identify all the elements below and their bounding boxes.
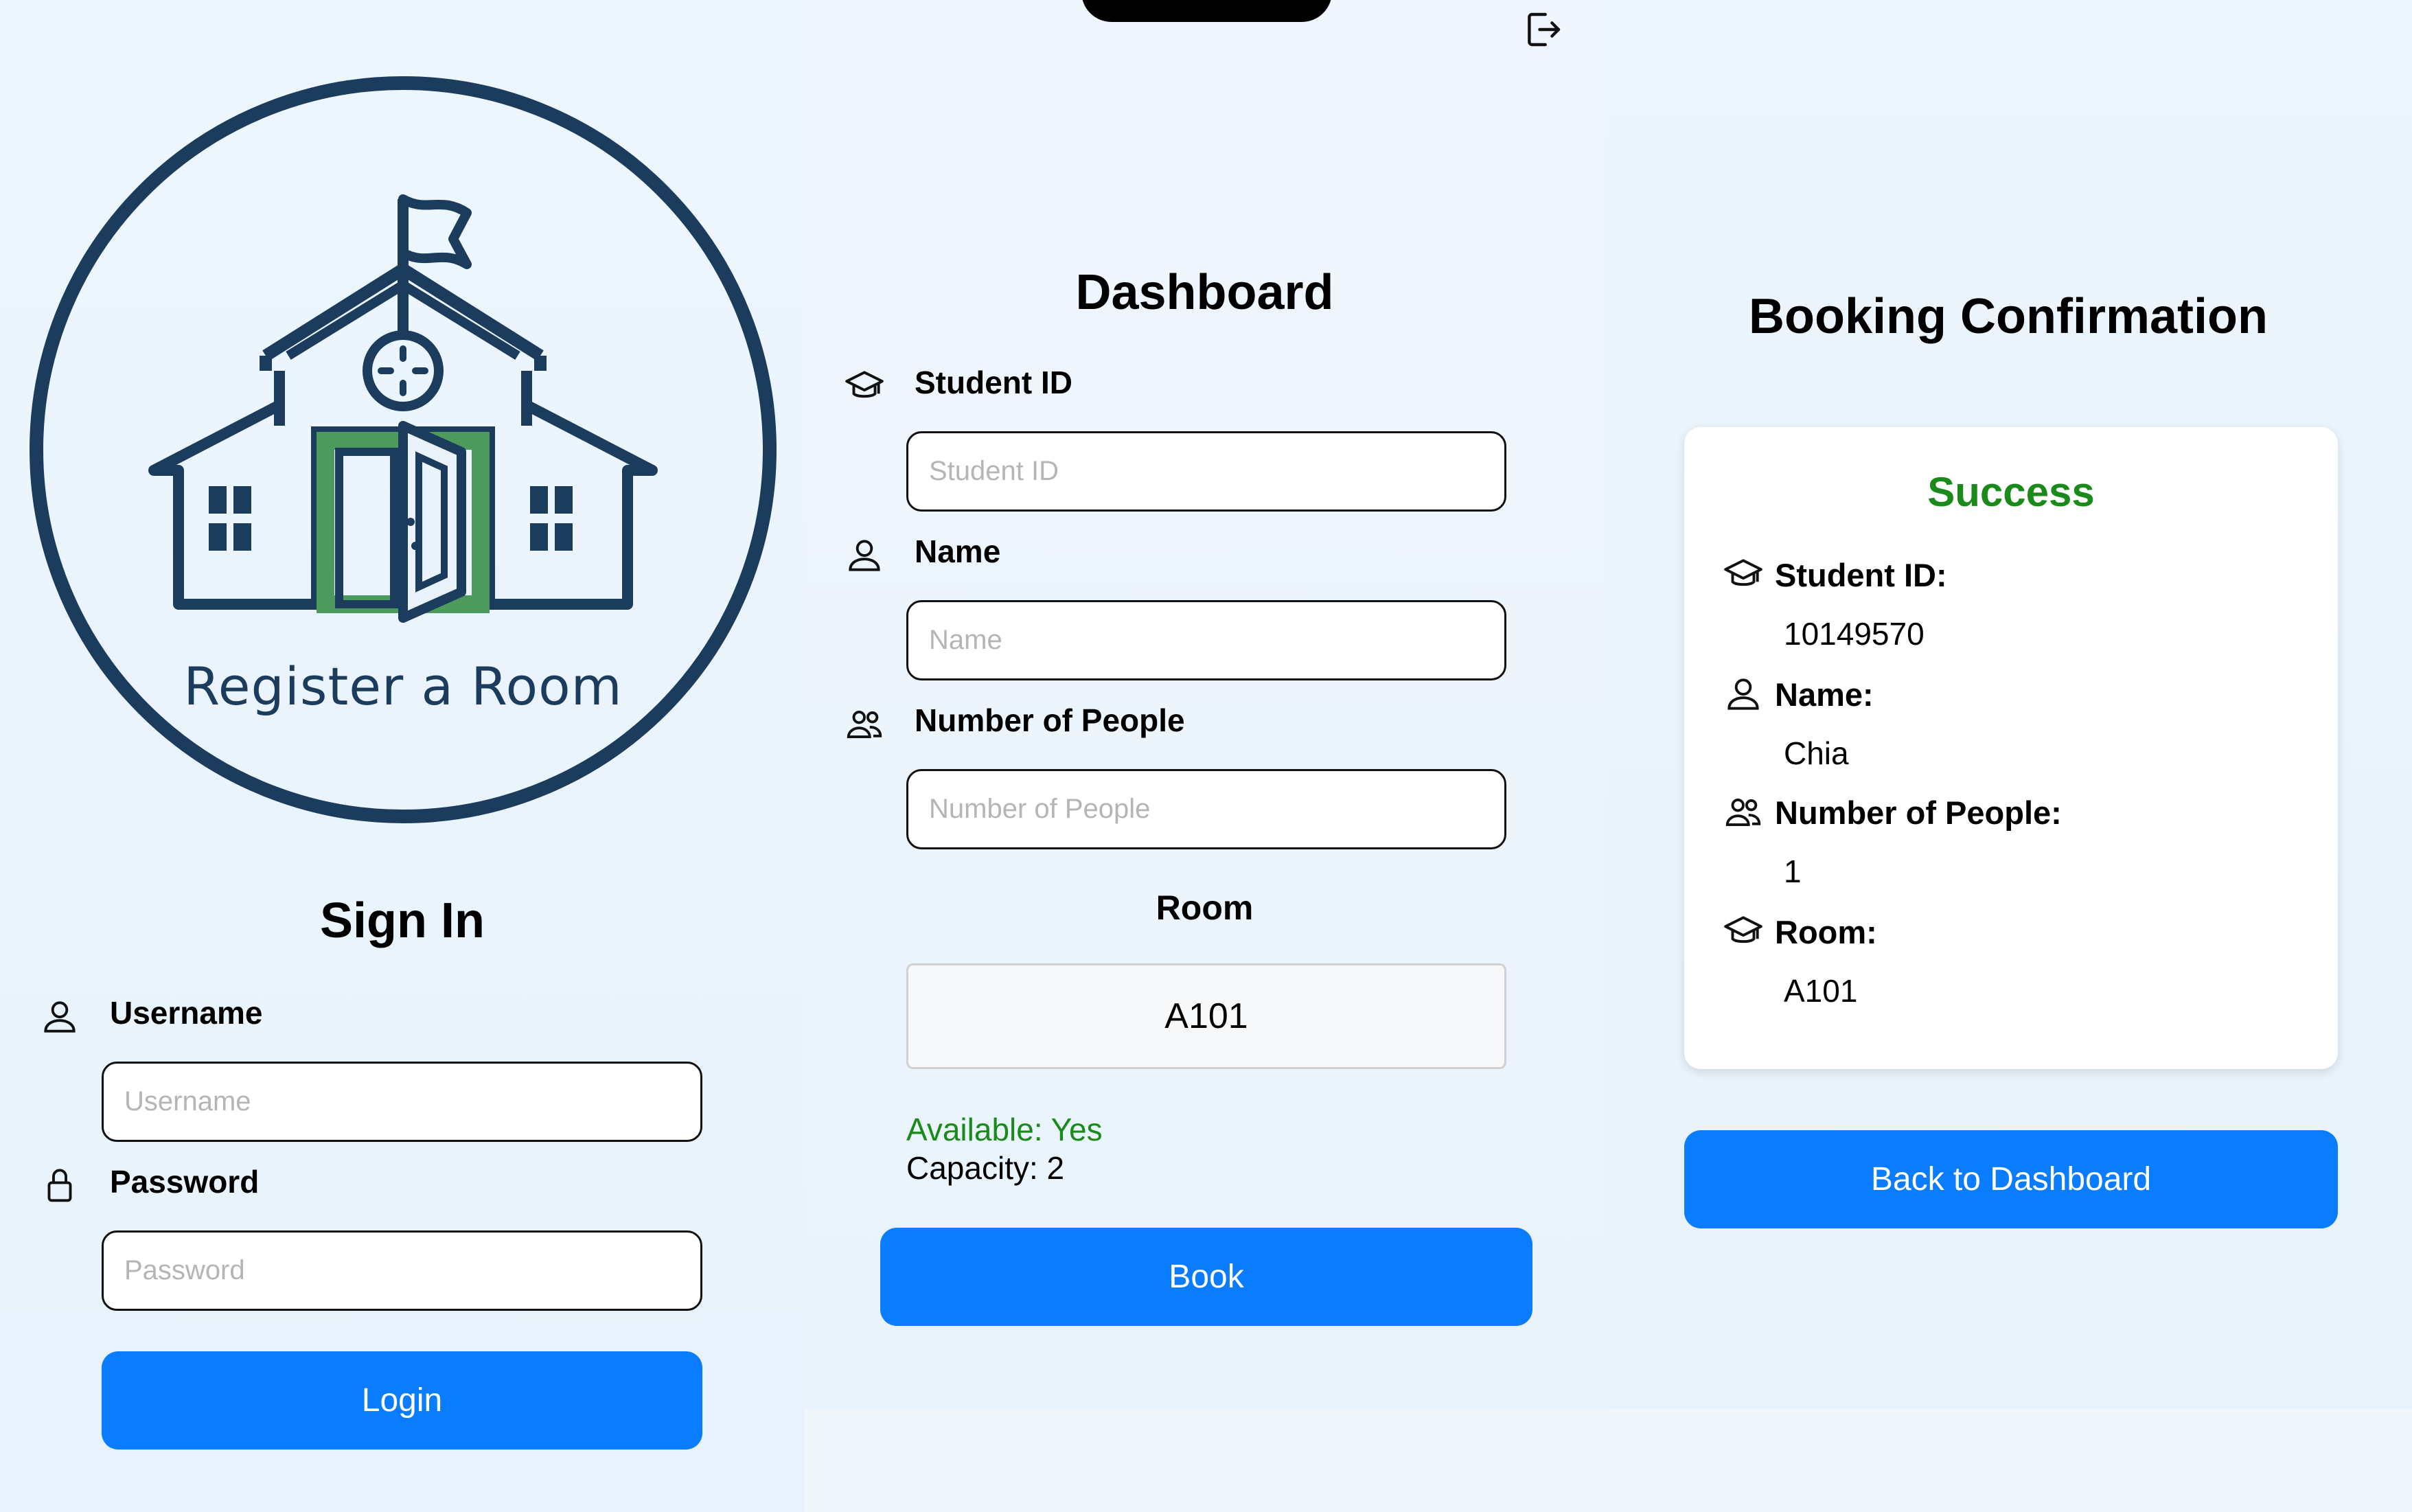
room-label: Room xyxy=(1156,889,1254,927)
graduation-cap-icon xyxy=(845,371,884,398)
conf-student-id-label: Student ID: xyxy=(1775,557,1947,593)
book-button[interactable]: Book xyxy=(880,1228,1532,1326)
conf-name-label: Name: xyxy=(1775,676,1874,713)
people-icon xyxy=(847,710,882,739)
login-button[interactable]: Login xyxy=(102,1351,702,1450)
capacity-text: Capacity: 2 xyxy=(906,1150,1065,1186)
availability-text: Available: Yes xyxy=(906,1112,1103,1147)
person-icon xyxy=(849,540,880,571)
conf-room-value: A101 xyxy=(1784,973,1858,1009)
person-icon xyxy=(44,1001,76,1033)
booking-confirmation-title: Booking Confirmation xyxy=(1749,289,2268,344)
password-label: Password xyxy=(110,1164,260,1200)
dashboard-title: Dashboard xyxy=(1075,265,1334,320)
logo-text: Register a Room xyxy=(183,656,623,717)
people-label: Number of People xyxy=(915,702,1185,738)
app-screen: Register a Room Sign In Username Passwor… xyxy=(0,0,2412,1512)
graduation-cap-icon xyxy=(1724,916,1762,943)
conf-name-value: Chia xyxy=(1784,735,1849,771)
student-id-input[interactable] xyxy=(906,431,1506,512)
conf-people-label: Number of People: xyxy=(1775,794,2062,831)
bottom-background xyxy=(805,1409,2412,1512)
logout-icon[interactable] xyxy=(1521,7,1566,52)
confirmation-card xyxy=(1684,427,2338,1069)
person-icon xyxy=(1727,678,1759,710)
conf-room-label: Room: xyxy=(1775,914,1877,950)
name-label: Name xyxy=(915,534,1001,569)
conf-student-id-value: 10149570 xyxy=(1784,616,1925,652)
sign-in-title: Sign In xyxy=(320,893,485,948)
back-to-dashboard-button[interactable]: Back to Dashboard xyxy=(1684,1130,2338,1228)
people-input[interactable] xyxy=(906,769,1506,849)
success-status: Success xyxy=(1927,469,2095,515)
room-picker[interactable]: A101 xyxy=(906,963,1506,1069)
lock-icon xyxy=(47,1169,72,1202)
name-input[interactable] xyxy=(906,600,1506,680)
student-id-label: Student ID xyxy=(915,365,1072,400)
username-label: Username xyxy=(110,995,263,1031)
graduation-cap-icon xyxy=(1724,559,1762,586)
device-notch xyxy=(1081,0,1332,22)
conf-people-value: 1 xyxy=(1784,854,1802,889)
people-icon xyxy=(1725,798,1761,827)
password-input[interactable] xyxy=(102,1230,702,1311)
username-input[interactable] xyxy=(102,1062,702,1142)
